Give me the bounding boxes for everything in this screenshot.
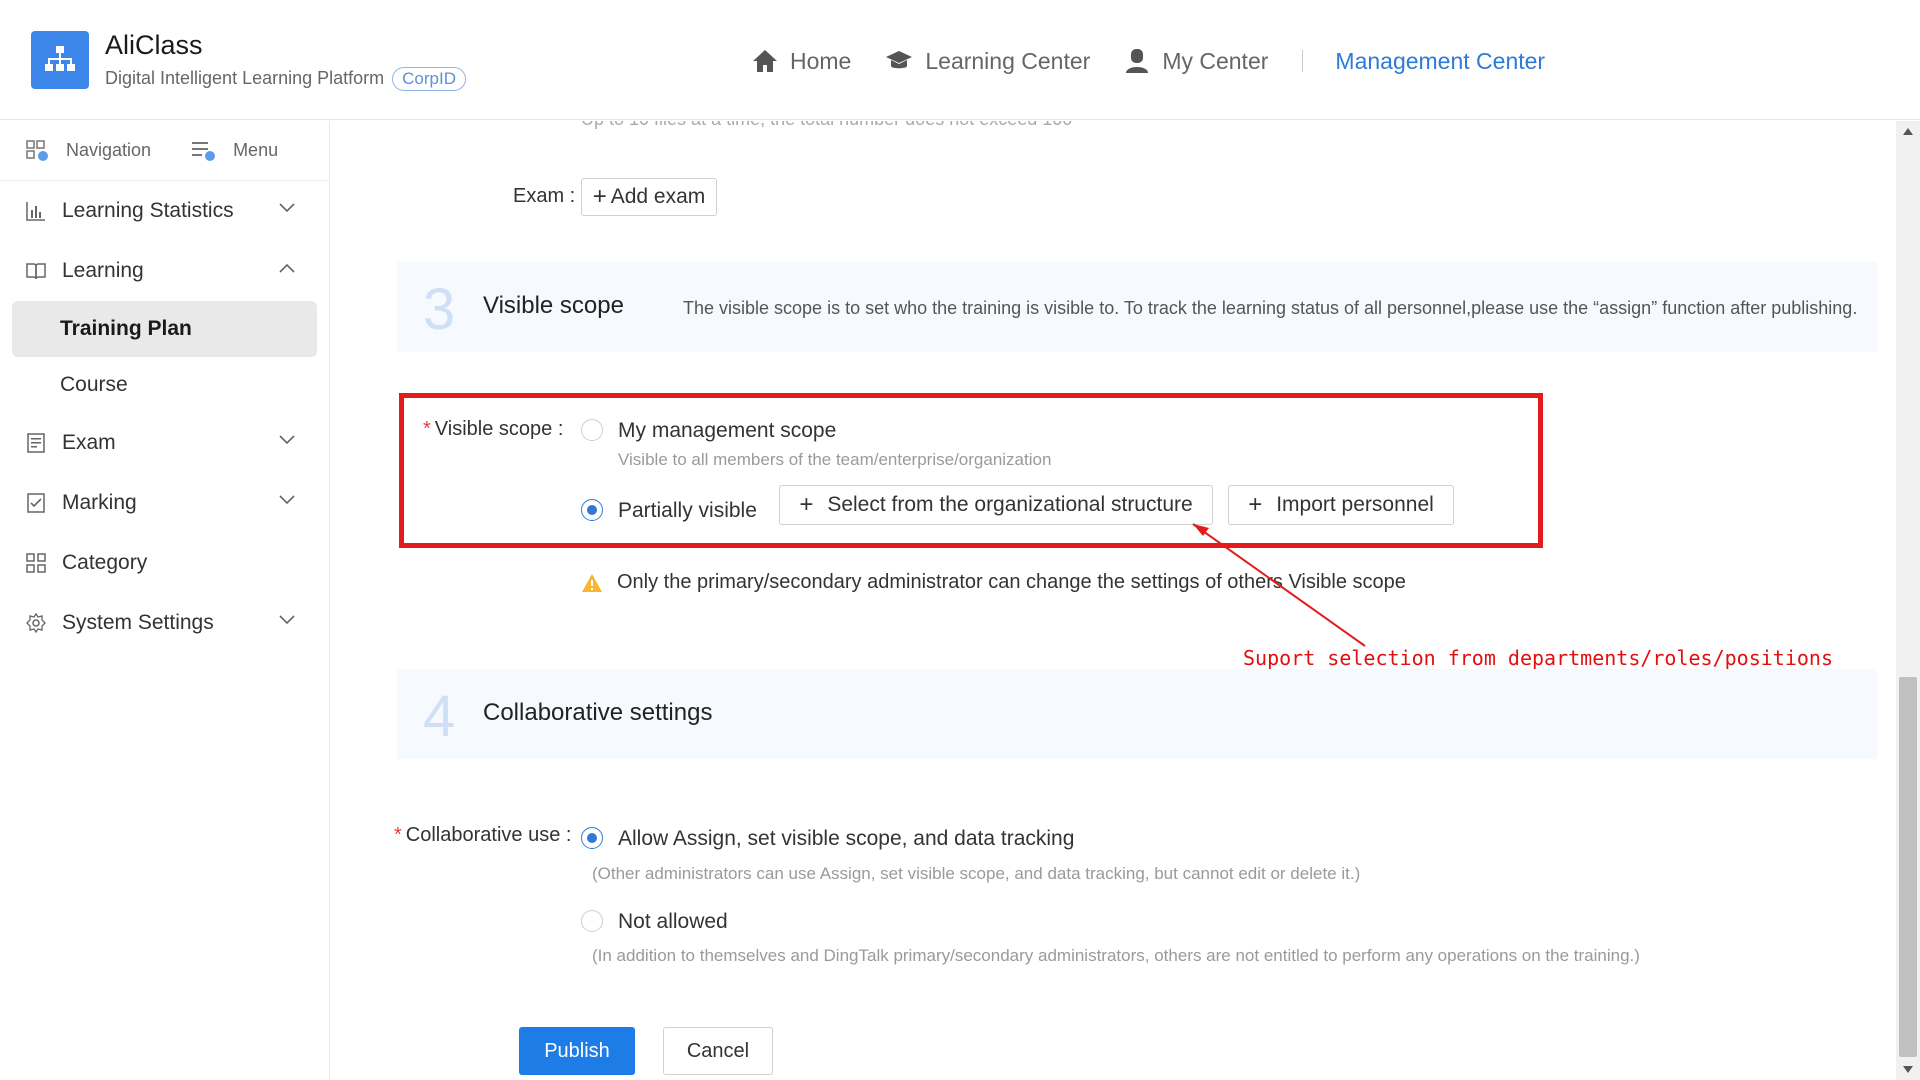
exam-sheet-icon: [27, 433, 45, 453]
app-header: AliClass Digital Intelligent Learning Pl…: [0, 0, 1920, 120]
option-allow-collaboration[interactable]: Allow Assign, set visible scope, and dat…: [618, 827, 1074, 851]
radio-not-allowed[interactable]: [581, 910, 603, 932]
sidebar-navigation-label: Navigation: [66, 140, 152, 160]
vertical-scrollbar[interactable]: [1896, 121, 1920, 1080]
option-not-allowed[interactable]: Not allowed: [618, 910, 728, 934]
annotation-arrow: [1192, 523, 1366, 647]
nav-my-center[interactable]: My Center: [1124, 48, 1268, 75]
marking-icon: [27, 493, 45, 513]
section-title: Visible scope: [483, 292, 624, 319]
upload-hint-text: Up to 10 files at a time, the total numb…: [581, 121, 1072, 130]
option-not-allowed-hint: (In addition to themselves and DingTalk …: [592, 946, 1640, 965]
app-subtitle-text: Digital Intelligent Learning Platform: [105, 68, 385, 88]
option-allow-collaboration-hint: (Other administrators can use Assign, se…: [592, 864, 1361, 883]
required-mark: *: [394, 824, 402, 846]
sidebar-item-exam[interactable]: Exam: [0, 413, 329, 473]
radio-allow-collaboration[interactable]: [581, 827, 603, 849]
scrollbar-thumb[interactable]: [1899, 677, 1917, 1057]
menu-list-icon: [192, 141, 216, 161]
nav-management-center-label: Management Center: [1335, 47, 1546, 74]
sidebar-item-label: Category: [62, 551, 148, 574]
chevron-up-icon: [279, 263, 295, 273]
nav-learning-center[interactable]: Learning Center: [885, 48, 1090, 75]
sidebar-menu-tab[interactable]: Menu: [191, 140, 278, 162]
sidebar-item-learning[interactable]: Learning: [0, 241, 329, 301]
app-subtitle: Digital Intelligent Learning Platform Cor…: [105, 67, 467, 91]
sidebar-item-label: Learning: [62, 259, 144, 282]
navigation-grid-icon: [26, 139, 48, 161]
sidebar-menu-label: Menu: [233, 140, 279, 160]
app-logo[interactable]: [31, 31, 89, 89]
sidebar-toggle-bar: Navigation Menu: [0, 121, 329, 181]
sidebar-item-label: Marking: [62, 491, 137, 514]
section-number: 4: [423, 684, 456, 749]
add-exam-button[interactable]: + Add exam: [581, 178, 717, 216]
org-tree-icon: [45, 46, 75, 71]
gear-icon: [26, 613, 46, 633]
warning-icon: [582, 573, 602, 592]
top-navigation: Home Learning Center My Center Managemen…: [752, 44, 1579, 78]
user-icon: [1126, 49, 1149, 73]
sidebar-subitem-training-plan[interactable]: Training Plan: [12, 301, 317, 357]
main-content: Up to 10 files at a time, the total numb…: [331, 121, 1896, 1080]
sidebar-subitem-course[interactable]: Course: [12, 357, 317, 413]
sidebar-item-category[interactable]: Category: [0, 533, 329, 593]
chevron-down-icon: [279, 495, 295, 505]
sidebar-item-marking[interactable]: Marking: [0, 473, 329, 533]
nav-separator: [1302, 50, 1304, 72]
app-name: AliClass: [105, 30, 203, 60]
scroll-down-arrow-icon[interactable]: [1903, 1066, 1913, 1073]
section-number: 3: [423, 277, 456, 342]
collaborative-use-label: * Collaborative use :: [394, 824, 571, 847]
sidebar-item-label: Learning Statistics: [62, 199, 234, 222]
collaborative-use-label-text: Collaborative use :: [405, 824, 572, 846]
cancel-button[interactable]: Cancel: [663, 1027, 773, 1075]
plus-icon: +: [592, 183, 607, 210]
bar-chart-icon: [26, 202, 45, 221]
sidebar-navigation-tab[interactable]: Navigation: [26, 139, 152, 162]
chevron-down-icon: [279, 615, 295, 625]
section-description: The visible scope is to set who the trai…: [683, 298, 1858, 318]
sidebar-item-learning-statistics[interactable]: Learning Statistics: [0, 181, 329, 241]
nav-home-label: Home: [790, 47, 852, 74]
section-visible-scope-header: 3 Visible scope The visible scope is to …: [397, 262, 1877, 352]
corp-id-badge[interactable]: CorpID: [392, 67, 467, 91]
publish-button[interactable]: Publish: [519, 1027, 635, 1075]
exam-label: Exam :: [513, 185, 576, 207]
book-icon: [26, 263, 46, 280]
home-icon: [753, 50, 777, 72]
nav-my-center-label: My Center: [1162, 47, 1269, 74]
chevron-down-icon: [279, 203, 295, 213]
nav-management-center[interactable]: Management Center: [1335, 48, 1545, 75]
section-title: Collaborative settings: [483, 699, 713, 726]
sidebar-item-label: System Settings: [62, 611, 214, 634]
grid-icon: [26, 553, 46, 573]
chevron-down-icon: [279, 435, 295, 445]
sidebar: Navigation Menu Learning Statistics Lear…: [0, 121, 330, 1080]
scroll-up-arrow-icon[interactable]: [1903, 128, 1913, 135]
nav-home[interactable]: Home: [752, 48, 851, 75]
sidebar-item-system-settings[interactable]: System Settings: [0, 593, 329, 653]
nav-learning-center-label: Learning Center: [925, 47, 1091, 74]
add-exam-label: Add exam: [610, 185, 706, 208]
sidebar-item-label: Exam: [62, 431, 116, 454]
section-collaborative-settings-header: 4 Collaborative settings: [397, 669, 1877, 759]
annotation-note: Suport selection from departments/roles/…: [1243, 646, 1834, 670]
graduation-cap-icon: [886, 51, 913, 69]
